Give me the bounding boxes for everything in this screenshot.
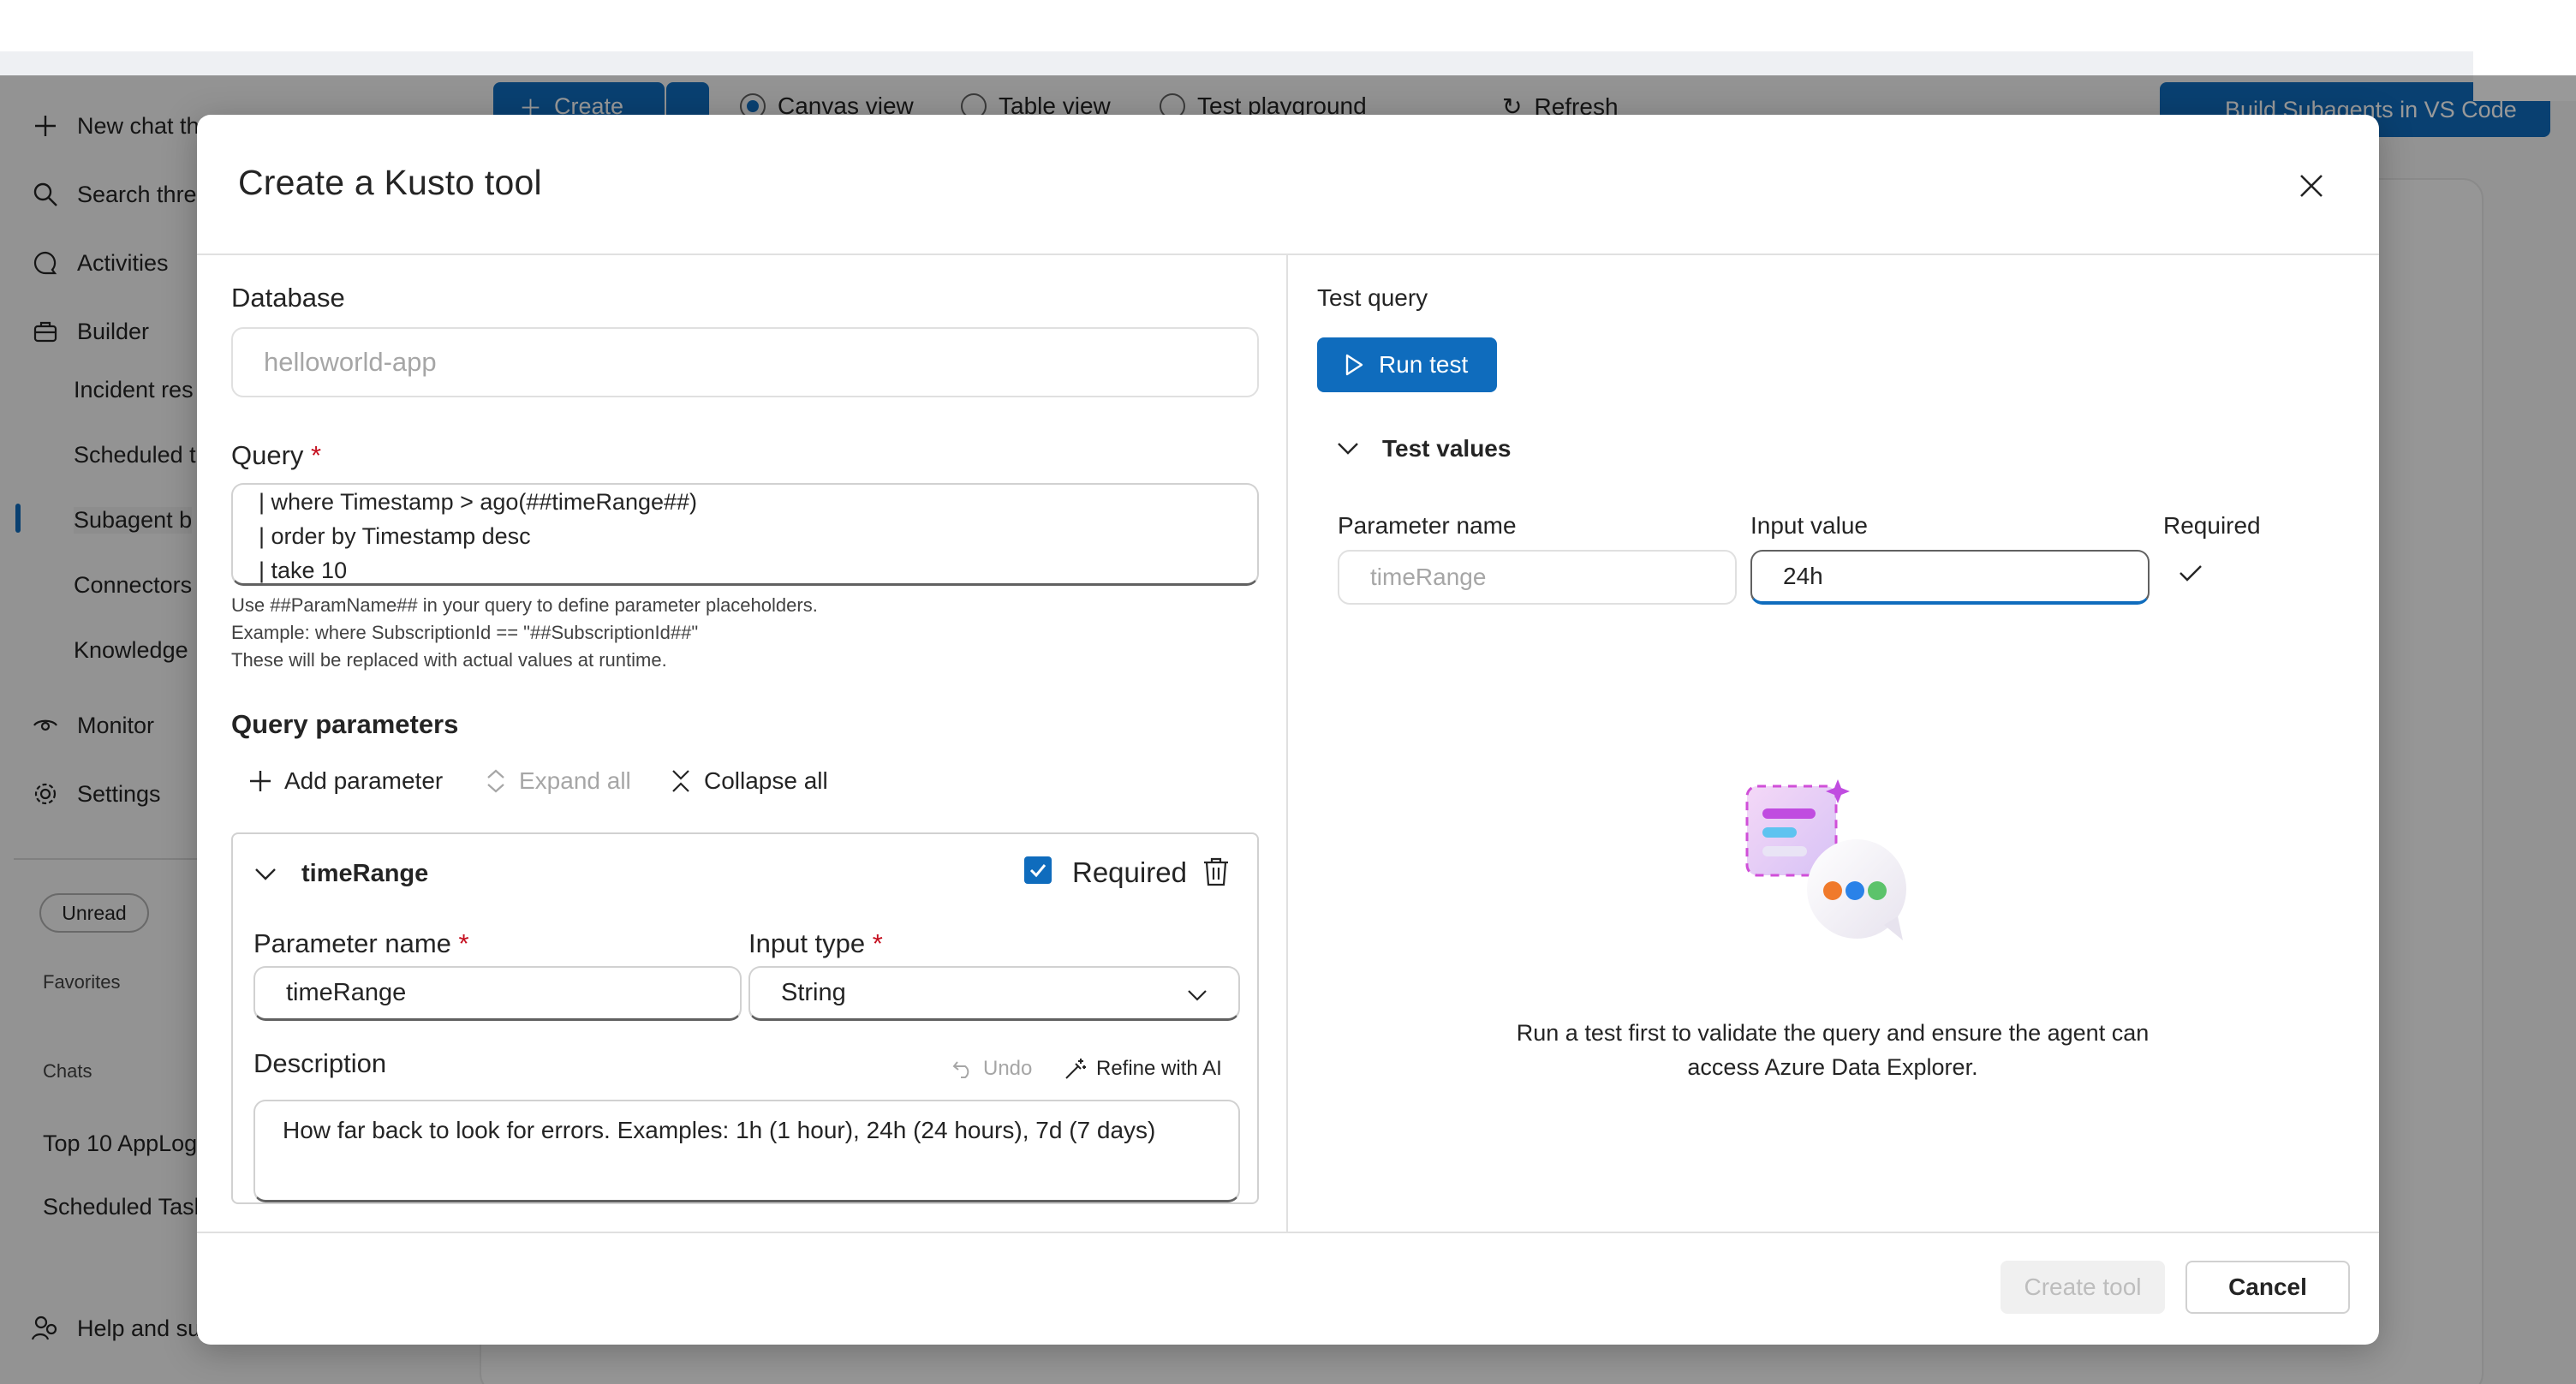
close-button[interactable] <box>2290 164 2333 207</box>
run-test-label: Run test <box>1379 351 1469 378</box>
parameter-name-label: Parameter name * <box>253 928 469 959</box>
dialog-title: Create a Kusto tool <box>238 163 542 202</box>
header-divider <box>197 254 2379 255</box>
query-line: | take 10 <box>259 558 348 583</box>
database-input[interactable]: helloworld-app <box>231 327 1259 397</box>
refine-with-ai-button[interactable]: Refine with AI <box>1064 1057 1222 1081</box>
empty-state-line: access Azure Data Explorer. <box>1687 1054 1978 1080</box>
test-parameter-name-field: timeRange <box>1338 550 1737 605</box>
footer-divider <box>197 1232 2379 1233</box>
query-hint: These will be replaced with actual value… <box>231 649 667 671</box>
input-type-dropdown[interactable]: String <box>748 966 1240 1021</box>
test-input-value-field[interactable]: 24h <box>1750 550 2150 605</box>
empty-state-illustration <box>1745 779 1906 940</box>
trash-icon <box>1204 857 1228 886</box>
query-hint: Use ##ParamName## in your query to defin… <box>231 594 818 616</box>
expand-icon <box>487 769 504 793</box>
required-checkbox[interactable] <box>1024 856 1052 884</box>
query-parameters-heading: Query parameters <box>231 709 459 739</box>
magic-wand-icon <box>1065 1059 1086 1079</box>
undo-label: Undo <box>983 1057 1033 1080</box>
checkmark-icon <box>1029 864 1046 878</box>
parameter-title: timeRange <box>301 860 429 887</box>
column-required: Required <box>2163 512 2261 539</box>
collapse-icon <box>672 770 689 792</box>
required-star: * <box>311 440 322 470</box>
query-hint: Example: where SubscriptionId == "##Subs… <box>231 622 699 643</box>
collapse-all-button[interactable]: Collapse all <box>670 767 828 795</box>
create-kusto-tool-dialog: Create a Kusto tool Database helloworld-… <box>197 115 2379 1345</box>
column-input-value: Input value <box>1750 512 1868 539</box>
cancel-button[interactable]: Cancel <box>2185 1261 2350 1314</box>
chevron-down-icon <box>255 868 276 880</box>
chevron-down-icon <box>1188 990 1207 1001</box>
query-line: | order by Timestamp desc <box>259 523 531 549</box>
add-parameter-label: Add parameter <box>284 767 444 794</box>
parameter-name-input[interactable]: timeRange <box>253 966 742 1021</box>
empty-state-message: Run a test first to validate the query a… <box>1302 1016 2364 1084</box>
test-query-label: Test query <box>1317 284 1428 311</box>
parameter-card: timeRange Required Parameter name * time… <box>231 832 1259 1204</box>
refine-label: Refine with AI <box>1096 1057 1222 1080</box>
close-icon <box>2300 175 2323 197</box>
required-star: * <box>458 928 469 958</box>
window-top-strip <box>0 51 2576 75</box>
query-line: | where Timestamp > ago(##timeRange##) <box>259 489 698 515</box>
test-values-toggle[interactable]: Test values <box>1336 435 1511 462</box>
description-label: Description <box>253 1048 387 1078</box>
chevron-down-icon <box>1338 443 1358 455</box>
expand-all-button[interactable]: Expand all <box>485 767 631 795</box>
window-top-bar <box>0 0 2576 51</box>
parameter-card-header[interactable]: timeRange <box>253 860 428 888</box>
query-editor[interactable]: | where Timestamp > ago(##timeRange##) |… <box>231 483 1259 586</box>
description-textarea[interactable]: How far back to look for errors. Example… <box>253 1100 1240 1202</box>
label-text: Input type <box>748 928 866 958</box>
input-type-label: Input type * <box>748 928 883 959</box>
delete-parameter-button[interactable] <box>1199 855 1233 889</box>
run-test-button[interactable]: Run test <box>1317 337 1497 392</box>
query-label: Query * <box>231 440 321 471</box>
query-label-text: Query <box>231 440 304 470</box>
checkmark-icon <box>2179 565 2202 582</box>
input-type-value: String <box>781 979 846 1006</box>
expand-all-label: Expand all <box>519 767 631 794</box>
pane-divider <box>1286 255 1288 1233</box>
label-text: Parameter name <box>253 928 451 958</box>
add-parameter-button[interactable]: Add parameter <box>248 767 443 795</box>
test-values-label: Test values <box>1382 435 1512 462</box>
collapse-all-label: Collapse all <box>704 767 828 794</box>
undo-button[interactable]: Undo <box>952 1057 1032 1081</box>
column-parameter-name: Parameter name <box>1338 512 1517 539</box>
database-label: Database <box>231 283 345 313</box>
play-icon <box>1345 354 1363 376</box>
required-checkbox-label: Required <box>1072 856 1187 888</box>
create-tool-button[interactable]: Create tool <box>2001 1261 2165 1314</box>
required-star: * <box>872 928 883 958</box>
empty-state-line: Run a test first to validate the query a… <box>1516 1020 2150 1046</box>
plus-icon <box>250 771 271 791</box>
undo-icon <box>952 1061 969 1078</box>
